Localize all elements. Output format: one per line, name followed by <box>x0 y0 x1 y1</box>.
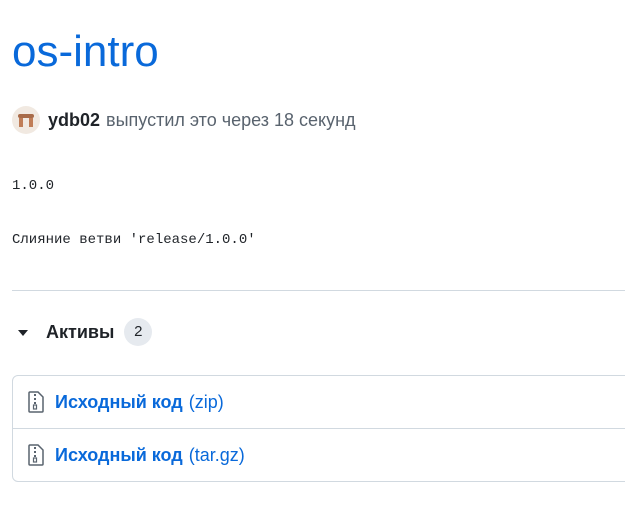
release-version-text: 1.0.0 <box>12 178 55 194</box>
divider <box>12 290 625 291</box>
asset-row-zip[interactable]: Исходный код (zip) <box>13 376 625 428</box>
release-title[interactable]: os-intro <box>12 30 159 74</box>
file-zip-icon <box>28 391 44 413</box>
assets-label: Активы <box>46 321 115 342</box>
release-notes-text: Слияние ветви 'release/1.0.0' <box>12 232 256 248</box>
release-byline: ydb02 выпустил это через 18 секунд <box>12 106 356 134</box>
published-text: выпустил это через 18 секунд <box>106 109 356 130</box>
asset-link-zip[interactable]: Исходный код <box>55 392 183 413</box>
assets-toggle[interactable]: Активы 2 <box>18 318 153 346</box>
avatar[interactable] <box>12 106 40 134</box>
assets-count-badge: 2 <box>124 318 153 346</box>
asset-ext-targz[interactable]: (tar.gz) <box>189 445 245 466</box>
asset-link-targz[interactable]: Исходный код <box>55 445 183 466</box>
author-link[interactable]: ydb02 <box>48 110 100 131</box>
assets-list: Исходный код (zip) Исходный код (tar.gz) <box>12 375 625 482</box>
file-zip-icon <box>28 444 44 466</box>
asset-ext-zip[interactable]: (zip) <box>189 392 224 413</box>
caret-down-icon <box>18 330 28 336</box>
asset-row-targz[interactable]: Исходный код (tar.gz) <box>13 428 625 481</box>
